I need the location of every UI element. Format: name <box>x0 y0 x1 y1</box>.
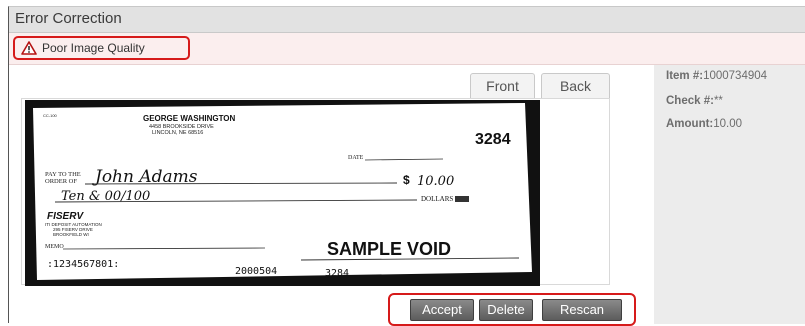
alert-box: Poor Image Quality <box>13 36 190 60</box>
amount-field: Amount:10.00 <box>666 118 742 130</box>
tab-back[interactable]: Back <box>541 73 610 99</box>
check-number-value: ** <box>713 95 723 107</box>
check-image: CC-100 GEORGE WASHINGTON 4458 BROOKSIDE … <box>25 100 540 286</box>
order-of-label: ORDER OF <box>45 178 77 185</box>
item-details-panel: Item #:1000734904 Check #:** Amount:10.0… <box>654 65 805 324</box>
date-label: DATE <box>348 155 364 161</box>
tab-front[interactable]: Front <box>470 73 535 99</box>
alert-message: Poor Image Quality <box>42 41 145 55</box>
alert-bar: Poor Image Quality <box>9 33 805 65</box>
memo-label: MEMO <box>45 244 64 250</box>
micr-routing: :1234567801: <box>47 259 119 270</box>
padlock-icon <box>455 196 469 202</box>
payer-name: GEORGE WASHINGTON <box>143 114 236 123</box>
action-button-group: Accept Delete Rescan <box>388 293 636 326</box>
main-content: Front Back CC-100 GEORGE WASHINGTON 4458… <box>9 65 805 326</box>
pay-to-label: PAY TO THE <box>45 171 81 178</box>
title-bar: Error Correction <box>9 7 805 33</box>
dollars-label: DOLLARS <box>421 195 453 203</box>
bank-line3: BROOKFIELD WI <box>53 232 89 237</box>
item-number-value: 1000734904 <box>703 70 768 82</box>
payer-address2: LINCOLN, NE 68516 <box>152 130 203 136</box>
sample-void-stamp: SAMPLE VOID <box>327 239 451 259</box>
check-number-field: Check #:** <box>666 95 723 107</box>
item-number-label: Item #: <box>666 70 704 82</box>
bank-logo: FISERV <box>47 211 84 222</box>
micr-account: 2000504 <box>235 266 277 277</box>
amount-numeric: 10.00 <box>417 174 454 189</box>
warning-triangle-icon <box>21 41 37 55</box>
error-correction-window: Error Correction Poor Image Quality Fron… <box>8 6 805 326</box>
routing-hint: CC-100 <box>43 113 58 118</box>
check-number: 3284 <box>475 131 511 148</box>
amount-value: 10.00 <box>713 118 743 130</box>
window-title: Error Correction <box>15 10 122 27</box>
delete-button[interactable]: Delete <box>479 299 533 321</box>
accept-button[interactable]: Accept <box>410 299 474 321</box>
dollar-sign: $ <box>403 173 410 187</box>
check-number-label: Check #: <box>666 95 714 107</box>
item-number-field: Item #:1000734904 <box>666 70 767 82</box>
amount-label: Amount: <box>666 118 714 130</box>
rescan-button[interactable]: Rescan <box>542 299 622 321</box>
micr-check-number: 3284 <box>325 268 349 279</box>
